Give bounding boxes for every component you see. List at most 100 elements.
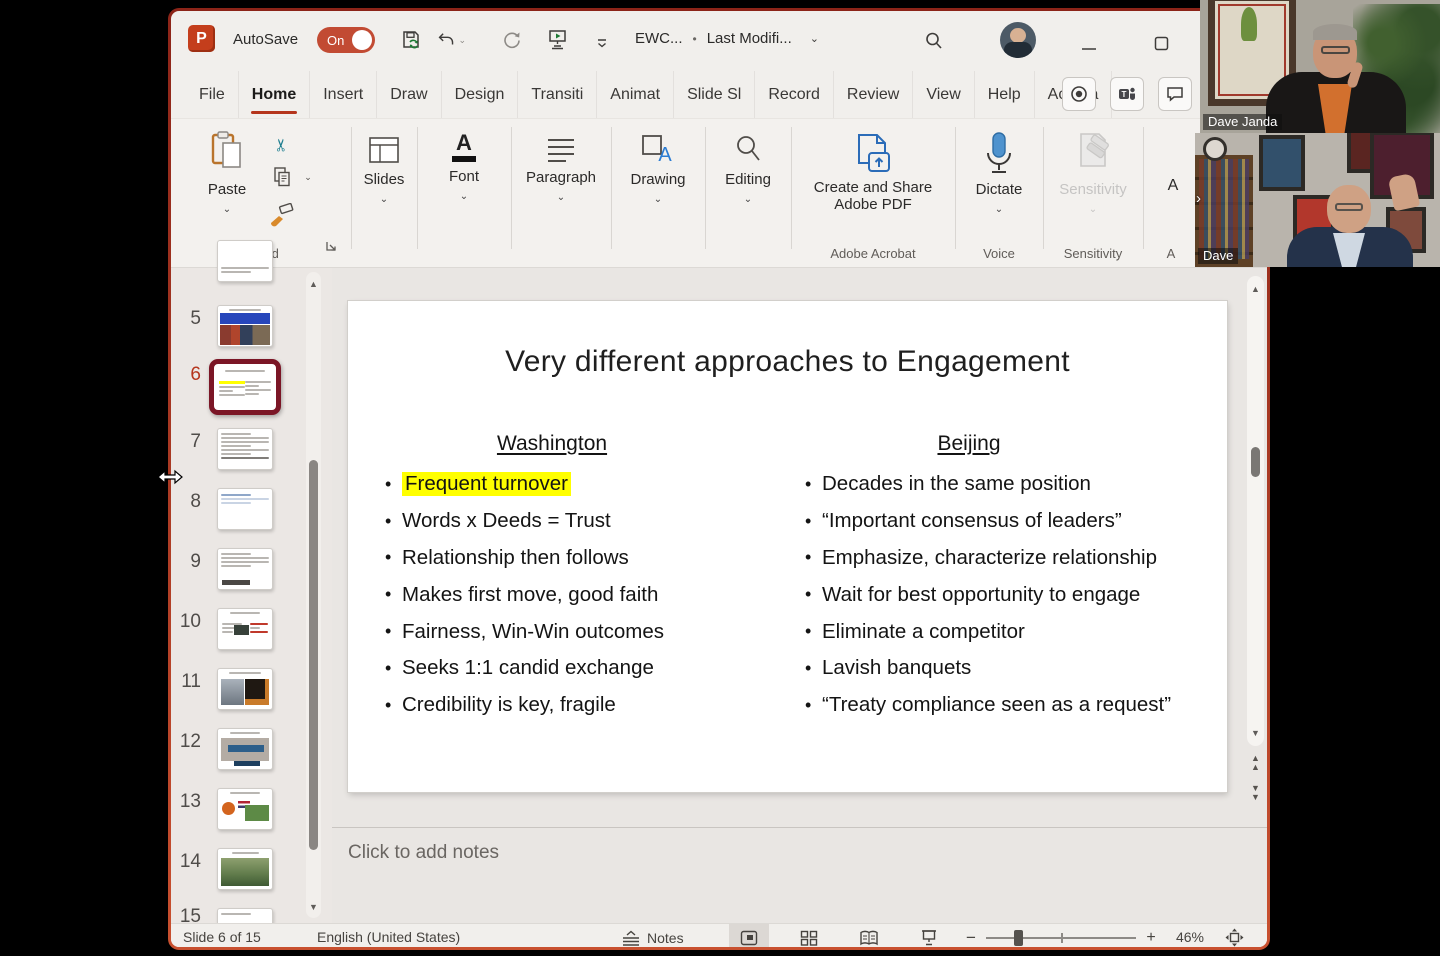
redo-icon: [504, 32, 520, 49]
language-indicator[interactable]: English (United States): [317, 929, 460, 945]
tab-file[interactable]: File: [185, 71, 239, 118]
ribbon-overflow-group[interactable]: A: [1143, 119, 1203, 195]
slide-editing-area: Very different approaches to Engagement …: [332, 268, 1267, 923]
tab-draw[interactable]: Draw: [377, 71, 442, 118]
maximize-button[interactable]: [1146, 31, 1176, 55]
slideshow-view-button[interactable]: [909, 924, 949, 947]
tab-slideshow[interactable]: Slide Sl: [674, 71, 756, 118]
thumbnail-scroll-down-icon[interactable]: ▼: [306, 902, 321, 912]
zoom-in-button[interactable]: +: [1141, 924, 1161, 947]
autosave-toggle[interactable]: On: [317, 27, 375, 53]
main-scrollbar-thumb[interactable]: [1251, 447, 1260, 477]
zoom-out-button[interactable]: −: [961, 924, 981, 947]
main-scrollbar[interactable]: ▲ ▼: [1247, 276, 1264, 746]
dictate-button[interactable]: Dictate ⌄: [955, 119, 1043, 215]
dictate-chevron-icon[interactable]: ⌄: [995, 204, 1003, 215]
bullet-item: • “Treaty compliance seen as a request”: [805, 693, 1172, 717]
reading-view-icon: [860, 930, 878, 945]
drawing-icon: A: [642, 135, 672, 165]
tab-home[interactable]: Home: [239, 71, 311, 118]
tab-design[interactable]: Design: [442, 71, 519, 118]
slideshow-icon: [922, 930, 936, 946]
cut-button[interactable]: ✂: [269, 133, 295, 157]
slides-group-button[interactable]: Slides ⌄: [351, 119, 417, 205]
copy-button[interactable]: [269, 165, 295, 189]
minimize-button[interactable]: [1074, 37, 1104, 61]
slide-sorter-view-button[interactable]: [789, 924, 829, 947]
slide-thumbnail-12[interactable]: [217, 728, 273, 770]
normal-view-icon: [740, 930, 758, 945]
slide-thumbnail-5[interactable]: [217, 305, 273, 347]
copy-dropdown-chevron-icon[interactable]: ⌄: [301, 169, 315, 185]
notes-toggle-button[interactable]: Notes: [621, 924, 684, 947]
video-panel-collapse-chevron-icon[interactable]: ›: [1196, 190, 1201, 207]
slide-thumbnail-11[interactable]: [217, 668, 273, 710]
powerpoint-window-frame: P AutoSave On ⌄ EWC... • Last Modifi... …: [168, 8, 1270, 950]
record-button[interactable]: [1062, 77, 1096, 111]
thumbnail-scroll-up-icon[interactable]: ▲: [306, 279, 321, 289]
previous-slide-button[interactable]: ▲ ▲: [1247, 754, 1264, 772]
customize-toolbar-button[interactable]: [587, 29, 617, 57]
save-icon: [403, 31, 419, 49]
bullet-item: • Relationship then follows: [385, 545, 629, 569]
notes-pane[interactable]: Click to add notes: [332, 828, 1267, 923]
slide-thumbnail-8[interactable]: [217, 488, 273, 530]
webcam-feed-dave-janda[interactable]: Dave Janda: [1200, 0, 1440, 133]
tab-insert[interactable]: Insert: [310, 71, 378, 118]
slide-thumbnail-10[interactable]: [217, 608, 273, 650]
toggle-knob-icon: [352, 30, 372, 50]
slide-thumbnail-9[interactable]: [217, 548, 273, 590]
slide-number-14: 14: [179, 851, 201, 872]
tab-record[interactable]: Record: [755, 71, 834, 118]
title-dropdown-chevron-icon[interactable]: ⌄: [810, 32, 819, 45]
slide-thumbnail-4-partial[interactable]: [217, 240, 273, 282]
slide-thumbnail-6-selected[interactable]: [209, 359, 281, 415]
tab-transitions[interactable]: Transiti: [518, 71, 598, 118]
zoom-slider-thumb[interactable]: [1014, 930, 1023, 946]
font-group-button[interactable]: A Font ⌄: [417, 119, 511, 203]
zoom-level[interactable]: 46%: [1171, 929, 1209, 945]
comments-button[interactable]: [1158, 77, 1192, 111]
webcam-feed-dave[interactable]: Dave: [1195, 133, 1440, 267]
slide-thumbnail-7[interactable]: [217, 428, 273, 470]
normal-view-button[interactable]: [729, 924, 769, 947]
teams-meeting-button[interactable]: T: [1110, 77, 1144, 111]
account-avatar[interactable]: [1000, 22, 1036, 58]
slide-canvas[interactable]: Very different approaches to Engagement …: [348, 301, 1227, 792]
undo-dropdown-chevron-icon[interactable]: ⌄: [458, 35, 466, 46]
font-chevron-icon: ⌄: [459, 191, 469, 202]
fit-slide-to-window-button[interactable]: [1219, 924, 1249, 947]
screen: P AutoSave On ⌄ EWC... • Last Modifi... …: [0, 0, 1440, 956]
paste-dropdown-chevron-icon[interactable]: ⌄: [223, 204, 231, 215]
redo-button[interactable]: [497, 26, 527, 54]
thumbnail-scrollbar-thumb[interactable]: [309, 460, 318, 850]
slide-thumbnail-14[interactable]: [217, 848, 273, 890]
main-scroll-down-icon[interactable]: ▼: [1247, 728, 1264, 738]
clipboard-dialog-launcher[interactable]: [324, 239, 340, 255]
participant-name-label: Dave Janda: [1203, 114, 1283, 130]
next-slide-button[interactable]: ▼ ▼: [1247, 784, 1264, 802]
tab-review[interactable]: Review: [834, 71, 914, 118]
reading-view-button[interactable]: [849, 924, 889, 947]
save-button[interactable]: [396, 26, 426, 54]
undo-button[interactable]: ⌄: [436, 26, 466, 54]
tab-help[interactable]: Help: [975, 71, 1035, 118]
search-button[interactable]: [919, 27, 949, 55]
drawing-group-button[interactable]: A Drawing ⌄: [611, 119, 705, 205]
slide-thumbnail-13[interactable]: [217, 788, 273, 830]
slide-thumbnail-15-partial[interactable]: [217, 908, 273, 923]
tab-view[interactable]: View: [913, 71, 975, 118]
paste-button[interactable]: Paste ⌄: [193, 131, 261, 215]
main-scroll-up-icon[interactable]: ▲: [1247, 284, 1264, 294]
format-painter-button[interactable]: [265, 201, 297, 231]
bullet-item: • Fairness, Win-Win outcomes: [385, 619, 665, 643]
thumbnail-scrollbar[interactable]: ▲ ▼: [306, 272, 321, 918]
editing-group-button[interactable]: Editing ⌄: [705, 119, 791, 205]
overflow-group-label: A: [1166, 246, 1176, 261]
paragraph-group-button[interactable]: Paragraph ⌄: [511, 119, 611, 203]
tab-animations[interactable]: Animat: [597, 71, 675, 118]
slide-indicator[interactable]: Slide 6 of 15: [183, 929, 261, 945]
create-share-pdf-button[interactable]: Create and Share Adobe PDF: [791, 119, 955, 213]
document-title[interactable]: EWC... • Last Modifi... ⌄: [635, 30, 819, 47]
start-presentation-button[interactable]: [543, 25, 573, 53]
